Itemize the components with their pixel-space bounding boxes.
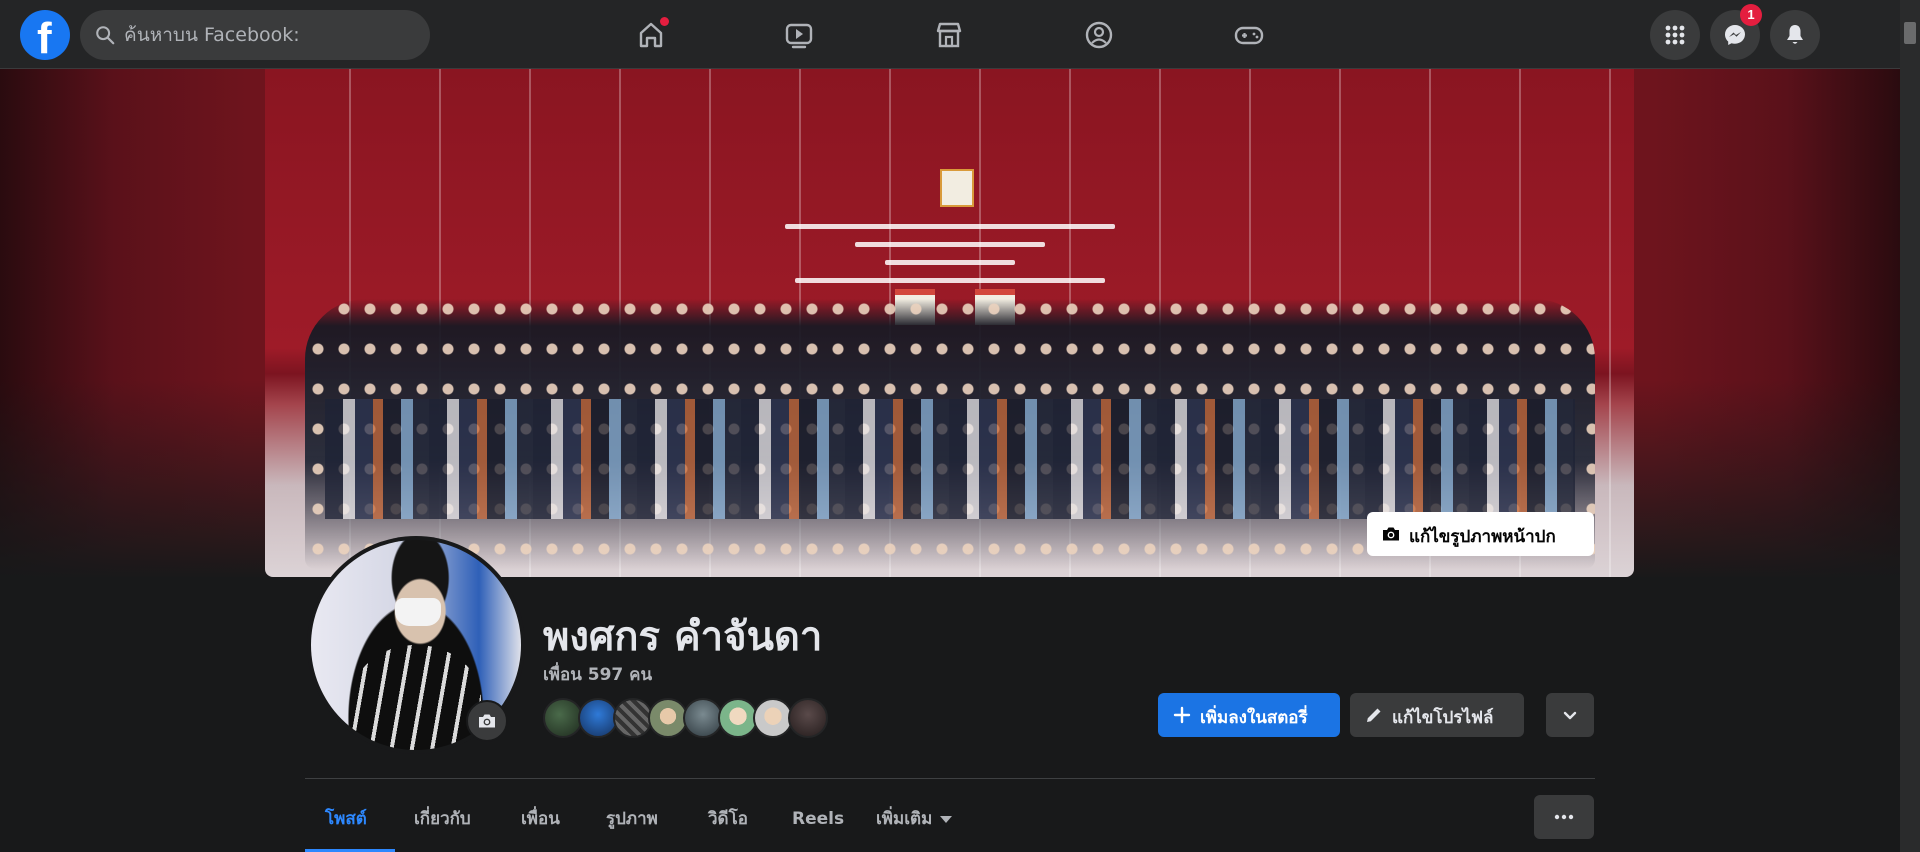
more-horizontal-icon — [1554, 814, 1574, 820]
profile-more-options-button[interactable] — [1546, 693, 1594, 737]
add-to-story-label: เพิ่มลงในสตอรี่ — [1200, 708, 1308, 728]
friend-avatar-stack — [543, 698, 833, 738]
friend-avatar[interactable] — [648, 698, 688, 738]
friend-avatar[interactable] — [578, 698, 618, 738]
friend-avatar[interactable] — [543, 698, 583, 738]
search-input[interactable] — [124, 10, 414, 60]
home-notification-dot — [660, 17, 669, 26]
friend-avatar[interactable] — [683, 698, 723, 738]
messenger-icon — [1725, 25, 1745, 45]
gaming-icon[interactable] — [1231, 17, 1267, 53]
tab-about[interactable]: เกี่ยวกับ — [394, 794, 491, 844]
home-icon[interactable] — [633, 17, 669, 53]
tab-reels[interactable]: Reels — [772, 794, 864, 844]
scrollbar-thumb[interactable] — [1904, 22, 1916, 44]
edit-profile-label: แก้ไขโปรไฟล์ — [1392, 708, 1494, 728]
pencil-icon — [1367, 708, 1381, 722]
cover-photo[interactable] — [265, 69, 1634, 577]
plus-icon — [1173, 706, 1191, 724]
tab-more-label: เพิ่มเติม — [876, 809, 933, 829]
grid-menu-icon — [1665, 25, 1685, 45]
messenger-button[interactable]: 1 — [1710, 4, 1762, 60]
tab-photos[interactable]: รูปภาพ — [586, 794, 678, 844]
friend-count[interactable]: เพื่อน 597 คน — [543, 661, 652, 688]
tab-friends[interactable]: เพื่อน — [501, 794, 580, 844]
friend-avatar[interactable] — [718, 698, 758, 738]
cover-photo-group-front-row — [325, 399, 1575, 519]
edit-cover-photo-button[interactable]: แก้ไขรูปภาพหน้าปก — [1367, 512, 1594, 556]
update-profile-picture-button[interactable] — [466, 700, 508, 742]
profile-tabs-more-button[interactable] — [1534, 795, 1594, 839]
camera-icon — [1383, 527, 1399, 541]
notifications-button[interactable] — [1770, 10, 1820, 60]
tab-more[interactable]: เพิ่มเติม — [856, 794, 972, 844]
edit-cover-photo-label: แก้ไขรูปภาพหน้าปก — [1409, 527, 1556, 547]
chevron-down-icon — [1563, 711, 1577, 720]
search-icon — [96, 26, 115, 45]
tab-posts[interactable]: โพสต์ — [305, 794, 387, 844]
messenger-badge: 1 — [1740, 4, 1762, 26]
edit-profile-button[interactable]: แก้ไขโปรไฟล์ — [1350, 693, 1524, 737]
caret-down-icon — [940, 815, 953, 823]
facebook-logo-letter: f — [37, 14, 52, 63]
watch-icon[interactable] — [781, 17, 817, 53]
camera-icon — [479, 714, 495, 728]
friend-avatar[interactable] — [753, 698, 793, 738]
menu-button[interactable] — [1650, 10, 1700, 60]
top-navigation-bar: f 1 — [0, 0, 1900, 69]
page-scrollbar[interactable] — [1900, 0, 1920, 852]
profile-name: พงศกร คำจันดา — [543, 614, 823, 660]
add-to-story-button[interactable]: เพิ่มลงในสตอรี่ — [1158, 693, 1340, 737]
friend-avatar[interactable] — [788, 698, 828, 738]
marketplace-icon[interactable] — [931, 17, 967, 53]
profile-header-divider — [305, 778, 1595, 779]
friend-avatar[interactable] — [613, 698, 653, 738]
tab-videos[interactable]: วิดีโอ — [688, 794, 768, 844]
facebook-logo[interactable]: f — [20, 10, 70, 63]
bell-icon — [1787, 25, 1803, 44]
search-box[interactable] — [80, 10, 430, 60]
groups-icon[interactable] — [1081, 17, 1117, 53]
